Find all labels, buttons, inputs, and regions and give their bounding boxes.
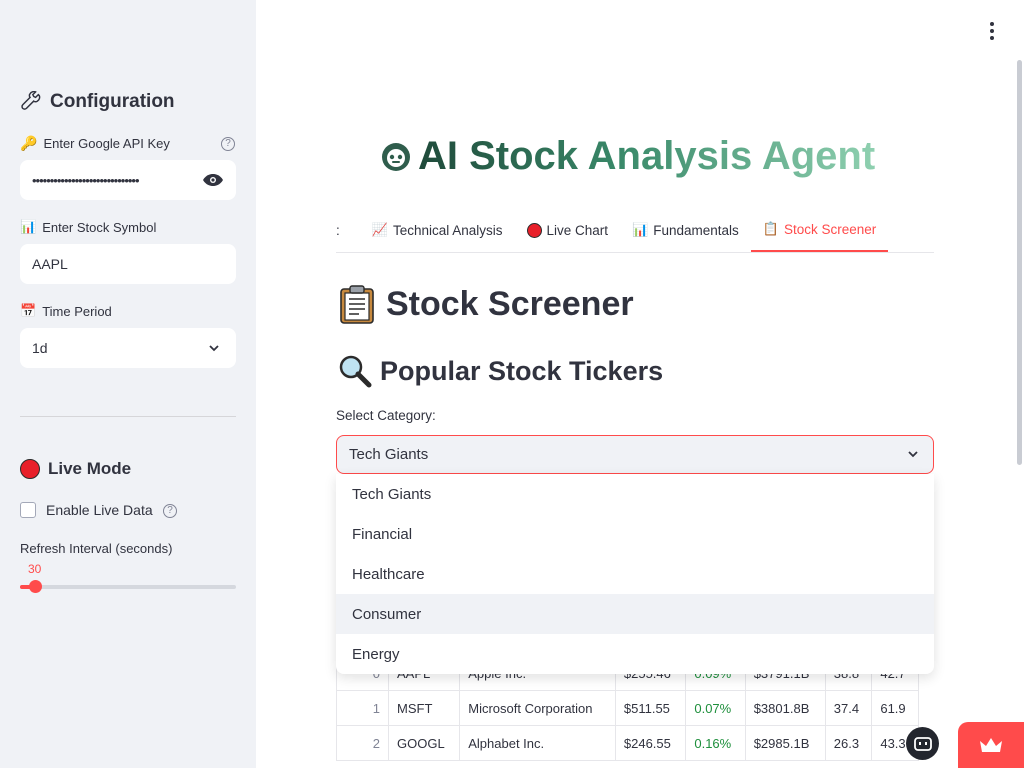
time-period-label: 📅 Time Period: [20, 303, 112, 319]
company-cell: Microsoft Corporation: [459, 690, 616, 726]
sidebar-divider: [20, 416, 236, 417]
tab-fundamentals-label: Fundamentals: [653, 222, 739, 238]
price-cell: $511.55: [614, 690, 687, 726]
option-energy[interactable]: Energy: [336, 634, 934, 674]
help-icon[interactable]: ?: [221, 137, 235, 151]
live-mode-heading-text: Live Mode: [48, 459, 132, 478]
refresh-interval-label: Refresh Interval (seconds): [20, 541, 172, 556]
tab-overflow[interactable]: :: [336, 208, 360, 252]
company-cell: Alphabet Inc.: [459, 725, 616, 761]
section-heading: Popular Stock Tickers: [338, 354, 663, 388]
tab-bar: : 📈 Technical Analysis Live Chart 📊 Fund…: [336, 208, 934, 253]
assistant-bot-button[interactable]: [906, 727, 939, 760]
page-title-text: Stock Screener: [386, 284, 634, 323]
chevron-down-icon: [908, 451, 918, 458]
section-heading-text: Popular Stock Tickers: [380, 355, 664, 386]
magnifier-icon: [339, 355, 372, 388]
configuration-heading: Configuration: [20, 91, 175, 113]
ticker-cell: GOOGL: [387, 725, 461, 761]
calendar-icon: 📅: [20, 303, 37, 318]
tab-technical-analysis[interactable]: 📈 Technical Analysis: [360, 208, 515, 252]
enable-live-data-checkbox[interactable]: [20, 502, 36, 518]
ticker-cell: MSFT: [387, 690, 461, 726]
chevron-down-icon: [209, 345, 219, 352]
value-cell: 61.9: [871, 690, 919, 726]
clipboard-icon: [340, 285, 374, 324]
crown-icon: [980, 738, 1002, 752]
table-row: 1 MSFT Microsoft Corporation $511.55 0.0…: [336, 690, 919, 726]
market-cap-cell: $2985.1B: [744, 725, 826, 761]
main-menu-button[interactable]: [988, 22, 996, 40]
api-key-label-text: Enter Google API Key: [43, 136, 170, 151]
table-row: 2 GOOGL Alphabet Inc. $246.55 0.16% $298…: [336, 725, 919, 761]
category-label: Select Category:: [336, 408, 436, 423]
help-icon[interactable]: ?: [163, 504, 177, 518]
row-index: 1: [336, 690, 389, 726]
refresh-interval-slider[interactable]: [20, 585, 236, 589]
tab-live-chart-label: Live Chart: [546, 222, 609, 238]
pe-cell: 37.4: [824, 690, 873, 726]
app-title-text: AI Stock Analysis Agent: [418, 134, 876, 178]
configuration-heading-text: Configuration: [50, 91, 175, 112]
market-cap-cell: $3801.8B: [744, 690, 826, 726]
red-circle-icon: [20, 459, 40, 479]
robot-icon: [382, 142, 410, 171]
bar-chart-icon: 📊: [632, 222, 649, 237]
tab-stock-screener-label: Stock Screener: [783, 221, 877, 237]
api-key-field[interactable]: ••••••••••••••••••••••••••••••: [20, 160, 236, 200]
tab-stock-screener[interactable]: 📋 Stock Screener: [750, 208, 889, 252]
option-financial[interactable]: Financial: [336, 514, 934, 554]
option-healthcare[interactable]: Healthcare: [336, 554, 934, 594]
category-select[interactable]: Tech Giants: [336, 435, 934, 474]
stock-symbol-value: AAPL: [32, 256, 68, 272]
stock-symbol-label: 📊 Enter Stock Symbol: [20, 219, 156, 235]
red-circle-icon: [526, 222, 542, 238]
time-period-select[interactable]: 1d: [20, 328, 236, 368]
bar-chart-icon: 📊: [20, 219, 37, 234]
tab-fundamentals[interactable]: 📊 Fundamentals: [620, 208, 751, 252]
app-title: AI Stock Analysis Agent: [380, 134, 875, 179]
chart-increasing-icon: 📈: [371, 222, 388, 237]
refresh-interval-label-text: Refresh Interval (seconds): [20, 541, 173, 556]
option-tech-giants[interactable]: Tech Giants: [336, 474, 934, 514]
time-period-label-text: Time Period: [42, 303, 112, 319]
enable-live-data-text: Enable Live Data: [46, 502, 153, 518]
refresh-interval-value: 30: [28, 562, 42, 576]
scrollbar[interactable]: [1017, 60, 1022, 465]
price-cell: $246.55: [614, 725, 687, 761]
time-period-value: 1d: [32, 340, 48, 356]
enable-live-data-label[interactable]: Enable Live Data: [46, 502, 153, 518]
tab-live-chart[interactable]: Live Chart: [515, 208, 621, 252]
eye-icon[interactable]: [202, 173, 224, 187]
category-dropdown: Tech Giants Financial Healthcare Consume…: [336, 474, 934, 674]
live-mode-heading: Live Mode: [20, 459, 131, 479]
stock-symbol-input[interactable]: AAPL: [20, 244, 236, 284]
streamlit-crown-button[interactable]: [958, 722, 1024, 768]
category-selected-value: Tech Giants: [349, 446, 429, 463]
wrench-icon: [21, 91, 41, 110]
slider-thumb[interactable]: [29, 580, 42, 593]
pe-cell: 26.3: [824, 725, 873, 761]
change-cell: 0.07%: [685, 690, 746, 726]
tab-technical-analysis-label: Technical Analysis: [392, 222, 503, 238]
option-consumer[interactable]: Consumer: [336, 594, 934, 634]
robot-face-icon: [913, 736, 932, 751]
change-cell: 0.16%: [685, 725, 746, 761]
tab-overflow-label: :: [336, 222, 340, 238]
key-icon: 🔑: [20, 135, 38, 151]
api-key-label: 🔑 Enter Google API Key: [20, 135, 170, 152]
api-key-value: ••••••••••••••••••••••••••••••: [32, 172, 140, 188]
stock-symbol-label-text: Enter Stock Symbol: [42, 219, 157, 235]
page-title: Stock Screener: [338, 284, 634, 324]
sidebar: Configuration 🔑 Enter Google API Key ? •…: [0, 0, 256, 768]
clipboard-icon: 📋: [762, 221, 779, 236]
row-index: 2: [336, 725, 389, 761]
